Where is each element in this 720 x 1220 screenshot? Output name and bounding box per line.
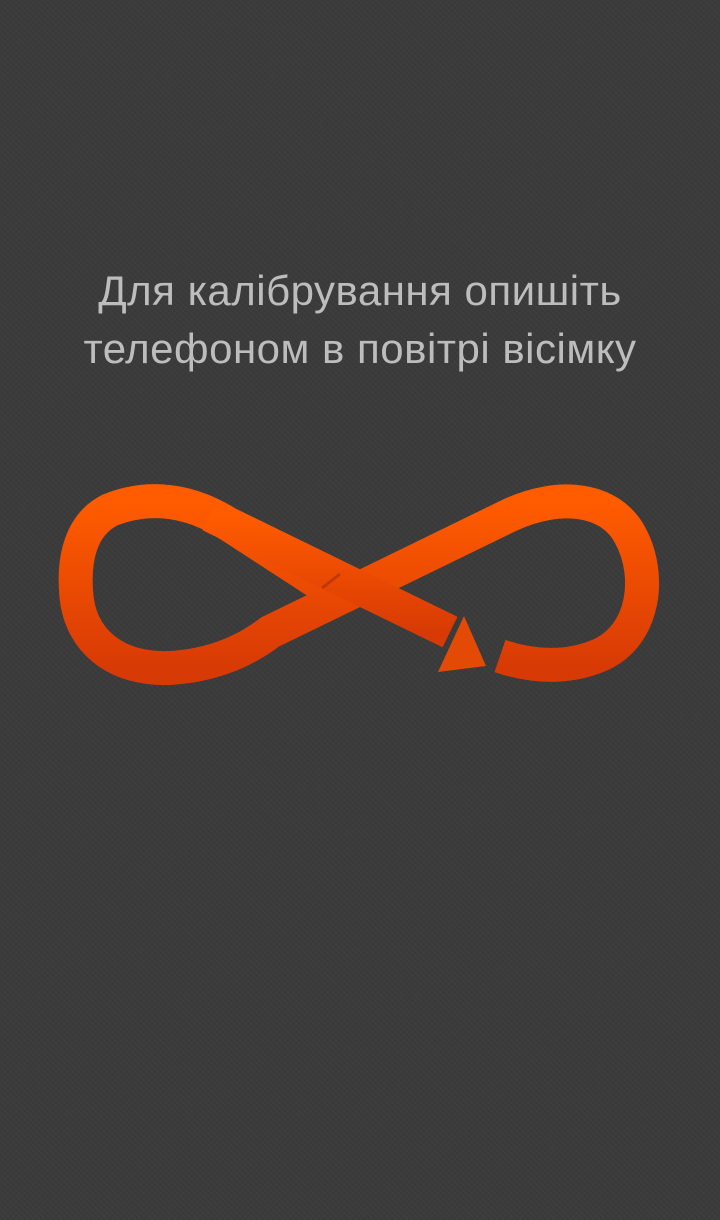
instruction-line-1: Для калібрування опишіть [98, 267, 622, 314]
calibration-instruction: Для калібрування опишіть телефоном в пов… [20, 262, 700, 378]
instruction-line-2: телефоном в повітрі вісімку [83, 325, 637, 372]
figure-eight-arrow-icon [40, 470, 680, 720]
calibration-screen: Для калібрування опишіть телефоном в пов… [0, 0, 720, 1220]
